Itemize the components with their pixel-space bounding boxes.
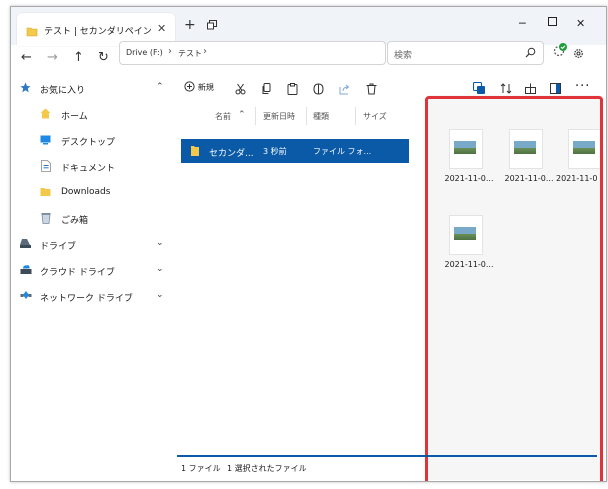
- sync-status-icon[interactable]: [552, 42, 568, 58]
- search-input[interactable]: 検索: [387, 41, 544, 65]
- sidebar-item-cloud-drives[interactable]: クラウド ドライブ ⌄: [11, 259, 176, 281]
- row-type: ファイル フォ...: [313, 147, 372, 156]
- sidebar-item-label: ごみ箱: [61, 216, 89, 226]
- star-icon: [20, 82, 31, 93]
- document-icon: [41, 160, 51, 172]
- recycle-bin-icon: [41, 213, 51, 224]
- sidebar-item-label: デスクトップ: [61, 138, 116, 148]
- desktop-icon: [40, 135, 51, 145]
- new-button[interactable]: 新規: [184, 81, 214, 93]
- share-icon[interactable]: [339, 83, 351, 95]
- folder-icon: [26, 27, 38, 37]
- sidebar-item-label: ホーム: [61, 112, 88, 122]
- close-window-button[interactable]: ✕: [576, 18, 585, 29]
- copy-icon[interactable]: [261, 83, 272, 95]
- sidebar-item-downloads[interactable]: Downloads: [11, 181, 176, 203]
- search-icon: [525, 47, 536, 58]
- file-list: 名前 ⌃ 更新日時 種類 サイズ セカンダ... 3 秒前 ファイル フォ...: [177, 103, 425, 453]
- column-divider[interactable]: [306, 107, 307, 125]
- chevron-down-icon[interactable]: ⌄: [156, 290, 164, 300]
- add-icon: [184, 81, 195, 92]
- row-modified: 3 秒前: [263, 147, 287, 156]
- column-header-modified[interactable]: 更新日時: [263, 111, 295, 122]
- folder-icon: [191, 146, 199, 156]
- sidebar-item-label: ドキュメント: [61, 164, 116, 174]
- chevron-down-icon[interactable]: ⌄: [156, 264, 164, 274]
- chevron-up-icon[interactable]: ⌃: [156, 82, 164, 92]
- sidebar-item-label: Downloads: [61, 187, 111, 197]
- breadcrumb-separator-icon: ›: [203, 46, 207, 57]
- chevron-down-icon[interactable]: ⌄: [156, 238, 164, 248]
- settings-gear-icon[interactable]: [573, 48, 584, 59]
- column-divider[interactable]: [255, 107, 256, 125]
- sidebar-item-recycle-bin[interactable]: ごみ箱: [11, 207, 176, 229]
- status-bar: 1 ファイル 1 選択されたファイル: [177, 457, 587, 479]
- table-row[interactable]: セカンダ... 3 秒前 ファイル フォ...: [181, 139, 409, 163]
- sidebar-item-label: お気に入り: [40, 86, 86, 96]
- new-tab-button[interactable]: +: [184, 18, 196, 32]
- sidebar-item-label: クラウド ドライブ: [40, 268, 115, 278]
- column-header-size[interactable]: サイズ: [363, 111, 387, 122]
- breadcrumb-folder[interactable]: テスト: [178, 48, 202, 59]
- delete-icon[interactable]: [366, 83, 377, 95]
- file-explorer-window: テスト | セカンダリペイン ✕ + ─ ✕ ← → ↑ ↻ Drive (F:…: [10, 6, 607, 482]
- sidebar-item-drives[interactable]: ドライブ ⌄: [11, 233, 176, 255]
- breadcrumb-separator-icon: ›: [168, 46, 172, 57]
- cloud-drive-icon: [20, 265, 32, 274]
- column-header-type[interactable]: 種類: [313, 111, 329, 122]
- highlight-annotation-frame: [425, 96, 603, 481]
- selection-count: 1 選択されたファイル: [227, 464, 307, 473]
- tab-title: テスト | セカンダリペイン: [44, 27, 152, 37]
- sidebar-item-network-drives[interactable]: ネットワーク ドライブ ⌄: [11, 285, 176, 307]
- new-button-label: 新規: [197, 83, 214, 92]
- cut-icon[interactable]: [235, 83, 246, 95]
- group-icon[interactable]: [525, 83, 536, 94]
- back-arrow-icon[interactable]: ←: [21, 51, 32, 64]
- home-icon: [40, 108, 51, 119]
- layout-icon[interactable]: [550, 83, 561, 94]
- preview-pane-toggle-icon[interactable]: [473, 82, 486, 95]
- forward-arrow-icon[interactable]: →: [47, 51, 58, 64]
- sidebar-item-documents[interactable]: ドキュメント: [11, 155, 176, 177]
- tab-strip: テスト | セカンダリペイン ✕ + ─ ✕: [11, 7, 606, 46]
- breadcrumb-drive[interactable]: Drive (F:): [126, 48, 163, 57]
- sort-ascending-icon: ⌃: [238, 110, 246, 120]
- sidebar-item-desktop[interactable]: デスクトップ: [11, 129, 176, 151]
- search-placeholder: 検索: [394, 51, 413, 61]
- row-name: セカンダ...: [209, 149, 254, 159]
- close-tab-icon[interactable]: ✕: [157, 22, 166, 35]
- drive-icon: [20, 239, 31, 248]
- refresh-icon[interactable]: ↻: [98, 51, 109, 64]
- maximize-button[interactable]: [548, 17, 557, 26]
- minimize-button[interactable]: ─: [519, 18, 526, 29]
- item-count: 1 ファイル: [181, 464, 221, 473]
- address-bar[interactable]: Drive (F:) › テスト ›: [119, 41, 386, 65]
- sort-icon[interactable]: [500, 83, 512, 94]
- sidebar-item-favorites[interactable]: お気に入り ⌃: [11, 77, 176, 99]
- column-header-name[interactable]: 名前: [215, 111, 231, 122]
- downloads-folder-icon: [40, 188, 51, 196]
- sidebar-item-label: ネットワーク ドライブ: [40, 294, 133, 304]
- rename-icon[interactable]: [313, 83, 324, 95]
- sidebar: お気に入り ⌃ ホーム デスクトップ ドキュメント Downloads ごみ箱 …: [11, 75, 176, 481]
- up-arrow-icon[interactable]: ↑: [73, 51, 84, 64]
- column-divider[interactable]: [355, 107, 356, 125]
- tab-overview-icon[interactable]: [207, 20, 217, 30]
- sidebar-item-home[interactable]: ホーム: [11, 103, 176, 125]
- more-options-icon[interactable]: ···: [575, 79, 590, 94]
- network-icon: [20, 291, 32, 299]
- paste-icon[interactable]: [287, 83, 298, 95]
- sidebar-item-label: ドライブ: [40, 242, 77, 252]
